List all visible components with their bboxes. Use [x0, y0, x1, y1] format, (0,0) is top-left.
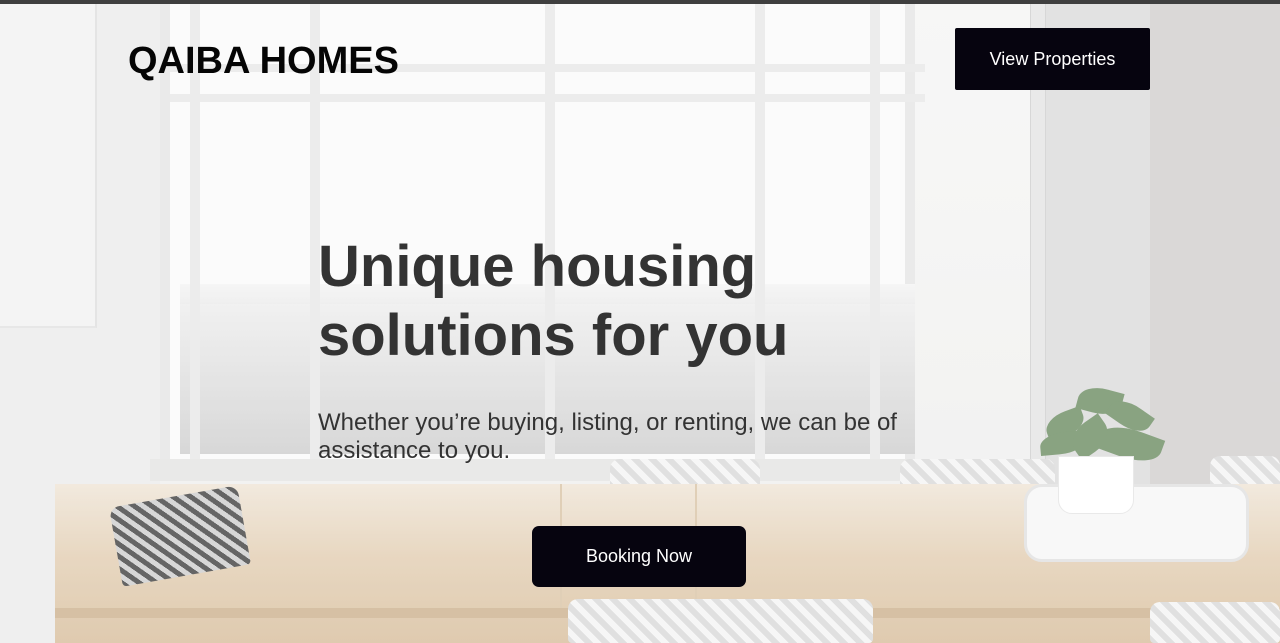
hero-headline: Unique housing solutions for you [318, 234, 789, 368]
hero-subtext: Whether you’re buying, listing, or renti… [318, 409, 897, 464]
brand-logo[interactable]: QAIBA HOMES [128, 40, 399, 83]
view-properties-button[interactable]: View Properties [955, 28, 1150, 90]
booking-now-button[interactable]: Booking Now [532, 526, 746, 587]
